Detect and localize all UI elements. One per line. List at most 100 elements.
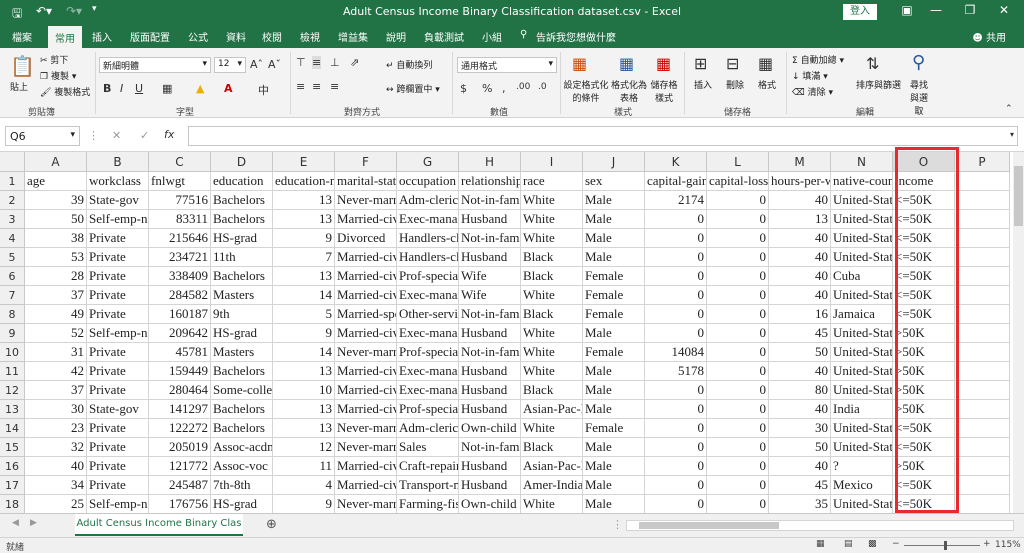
table-cell[interactable]: State-gov bbox=[87, 191, 149, 210]
table-cell[interactable]: Some-college bbox=[211, 381, 273, 400]
table-cell[interactable]: 34 bbox=[25, 476, 87, 495]
table-cell[interactable]: 13 bbox=[273, 362, 335, 381]
table-cell[interactable]: 0 bbox=[707, 438, 769, 457]
align-center-icon[interactable]: ≡ bbox=[312, 80, 321, 93]
row-header[interactable]: 10 bbox=[0, 343, 25, 362]
table-cell[interactable]: 13 bbox=[273, 400, 335, 419]
row-header[interactable]: 15 bbox=[0, 438, 25, 457]
table-cell[interactable]: Exec-managerial bbox=[397, 286, 459, 305]
column-header[interactable]: L bbox=[707, 152, 769, 172]
bold-icon[interactable]: B bbox=[103, 82, 111, 95]
clear-button[interactable]: ⌫ 清除 ▾ bbox=[792, 85, 833, 98]
table-cell[interactable]: 0 bbox=[707, 495, 769, 513]
table-cell[interactable]: 0 bbox=[645, 210, 707, 229]
table-cell[interactable]: 30 bbox=[769, 419, 831, 438]
table-cell[interactable]: 50 bbox=[769, 438, 831, 457]
align-top-icon[interactable]: ⊤ bbox=[296, 56, 306, 69]
table-cell[interactable]: education-num bbox=[273, 172, 335, 191]
insert-cells-button[interactable]: 插入 bbox=[694, 78, 712, 91]
table-cell[interactable]: 14084 bbox=[645, 343, 707, 362]
tab-team[interactable]: 小組 bbox=[482, 29, 502, 44]
column-header[interactable]: G bbox=[397, 152, 459, 172]
table-cell[interactable]: 0 bbox=[707, 191, 769, 210]
cell-styles-icon[interactable]: ▦ bbox=[656, 54, 671, 73]
row-header[interactable]: 4 bbox=[0, 229, 25, 248]
table-cell[interactable]: Masters bbox=[211, 286, 273, 305]
table-cell[interactable]: Wife bbox=[459, 286, 521, 305]
table-cell[interactable]: Private bbox=[87, 362, 149, 381]
table-cell[interactable]: Exec-managerial bbox=[397, 324, 459, 343]
sheet-tab[interactable]: Adult Census Income Binary Clas bbox=[75, 514, 243, 536]
table-cell[interactable]: <=50K bbox=[893, 210, 955, 229]
fill-button[interactable]: ↓ 填滿 ▾ bbox=[792, 69, 828, 82]
table-cell[interactable]: United-States bbox=[831, 381, 893, 400]
row-header[interactable]: 13 bbox=[0, 400, 25, 419]
table-cell[interactable]: 9th bbox=[211, 305, 273, 324]
table-cell[interactable]: White bbox=[521, 419, 583, 438]
cut-button[interactable]: ✂ 剪下 bbox=[40, 53, 68, 66]
column-header[interactable]: I bbox=[521, 152, 583, 172]
page-break-view-icon[interactable]: ▩ bbox=[868, 539, 877, 549]
row-header[interactable]: 5 bbox=[0, 248, 25, 267]
table-cell[interactable]: Black bbox=[521, 267, 583, 286]
table-cell[interactable]: 0 bbox=[645, 248, 707, 267]
table-cell[interactable]: Assoc-voc bbox=[211, 457, 273, 476]
table-cell[interactable]: Male bbox=[583, 248, 645, 267]
table-cell[interactable]: 83311 bbox=[149, 210, 211, 229]
table-cell[interactable]: Not-in-family bbox=[459, 438, 521, 457]
table-cell[interactable]: United-States bbox=[831, 438, 893, 457]
sheet-options-icon[interactable]: ⋮ bbox=[612, 518, 623, 531]
table-cell[interactable]: 16 bbox=[769, 305, 831, 324]
table-cell[interactable]: Handlers-cleaners bbox=[397, 229, 459, 248]
table-cell[interactable]: Black bbox=[521, 248, 583, 267]
table-cell[interactable]: 0 bbox=[645, 324, 707, 343]
table-cell[interactable]: 14 bbox=[273, 286, 335, 305]
tab-page-layout[interactable]: 版面配置 bbox=[130, 29, 170, 44]
table-cell[interactable] bbox=[955, 343, 1010, 362]
table-cell[interactable]: Asian-Pac-Islander bbox=[521, 457, 583, 476]
horizontal-scrollbar[interactable] bbox=[626, 520, 1014, 531]
table-cell[interactable]: Married-civ-spouse bbox=[335, 400, 397, 419]
table-cell[interactable]: Jamaica bbox=[831, 305, 893, 324]
table-cell[interactable]: 40 bbox=[769, 191, 831, 210]
add-sheet-icon[interactable]: ⊕ bbox=[266, 517, 277, 532]
table-cell[interactable]: Private bbox=[87, 248, 149, 267]
table-cell[interactable]: 53 bbox=[25, 248, 87, 267]
table-cell[interactable]: capital-gain bbox=[645, 172, 707, 191]
table-cell[interactable]: >50K bbox=[893, 400, 955, 419]
table-cell[interactable]: Bachelors bbox=[211, 400, 273, 419]
table-cell[interactable]: Married-civ-spouse bbox=[335, 286, 397, 305]
table-cell[interactable]: 50 bbox=[769, 343, 831, 362]
percent-icon[interactable]: % bbox=[482, 82, 492, 95]
table-cell[interactable]: Cuba bbox=[831, 267, 893, 286]
cell-styles-button[interactable]: 儲存格樣式 bbox=[649, 78, 679, 104]
table-cell[interactable]: Married-civ-spouse bbox=[335, 210, 397, 229]
column-header[interactable]: D bbox=[211, 152, 273, 172]
row-header[interactable]: 14 bbox=[0, 419, 25, 438]
table-cell[interactable]: Married-civ-spouse bbox=[335, 381, 397, 400]
table-cell[interactable]: White bbox=[521, 286, 583, 305]
table-cell[interactable]: <=50K bbox=[893, 438, 955, 457]
table-cell[interactable]: 0 bbox=[707, 229, 769, 248]
table-cell[interactable]: income bbox=[893, 172, 955, 191]
table-cell[interactable]: 52 bbox=[25, 324, 87, 343]
table-cell[interactable]: United-States bbox=[831, 229, 893, 248]
table-cell[interactable]: >50K bbox=[893, 343, 955, 362]
table-cell[interactable]: India bbox=[831, 400, 893, 419]
table-cell[interactable]: Male bbox=[583, 438, 645, 457]
normal-view-icon[interactable]: ▦ bbox=[816, 539, 825, 549]
table-cell[interactable]: <=50K bbox=[893, 419, 955, 438]
table-cell[interactable] bbox=[955, 267, 1010, 286]
table-cell[interactable]: Male bbox=[583, 381, 645, 400]
table-cell[interactable]: 160187 bbox=[149, 305, 211, 324]
tab-addins[interactable]: 增益集 bbox=[338, 29, 368, 44]
table-cell[interactable]: 215646 bbox=[149, 229, 211, 248]
table-cell[interactable]: relationship bbox=[459, 172, 521, 191]
table-cell[interactable] bbox=[955, 172, 1010, 191]
table-cell[interactable]: 25 bbox=[25, 495, 87, 513]
table-cell[interactable]: Male bbox=[583, 191, 645, 210]
table-cell[interactable] bbox=[955, 381, 1010, 400]
table-cell[interactable]: Male bbox=[583, 495, 645, 513]
format-table-button[interactable]: 格式化為表格 bbox=[611, 78, 647, 104]
table-cell[interactable]: 0 bbox=[707, 305, 769, 324]
